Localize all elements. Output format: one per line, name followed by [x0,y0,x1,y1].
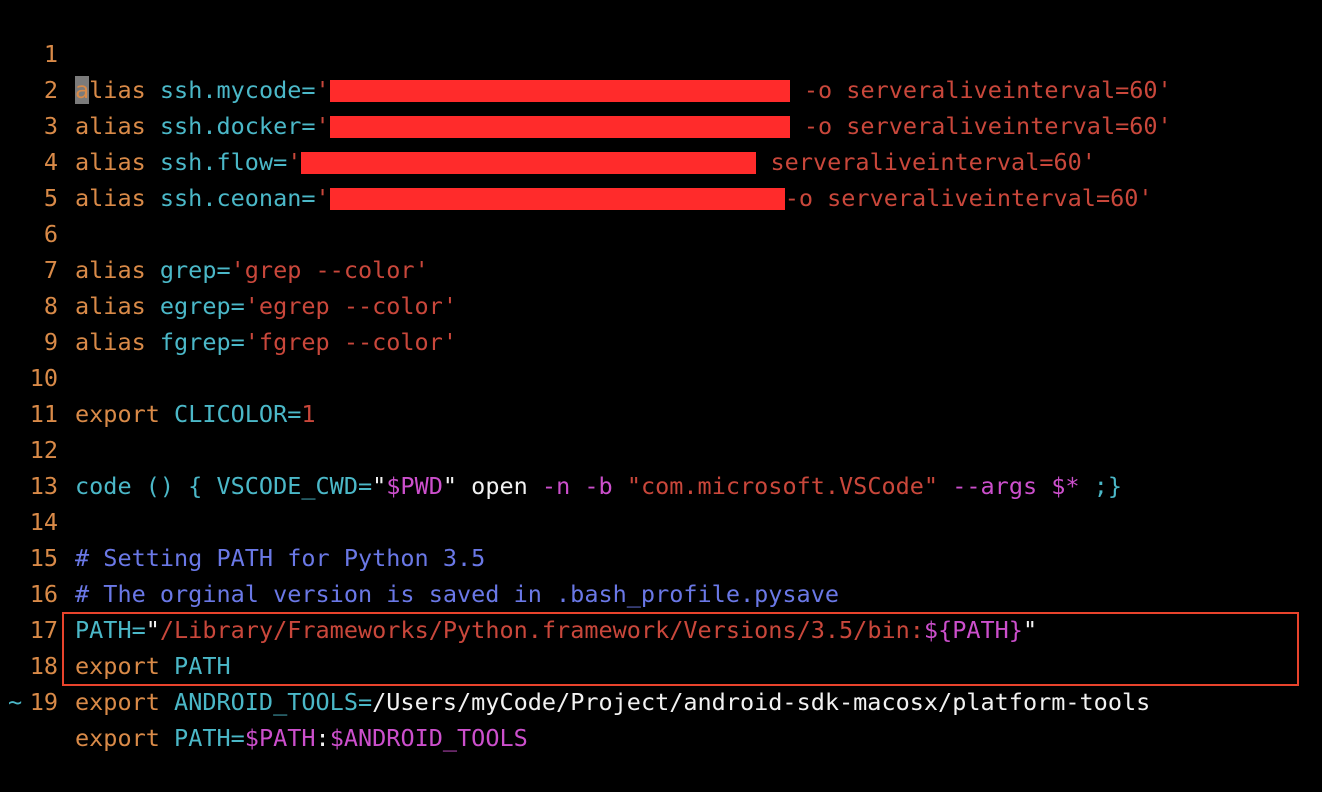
code-line: 6 alias grep='grep --color' [0,180,429,284]
code-line: 14 # Setting PATH for Python 3.5 [0,468,486,572]
code-line: 8 alias fgrep='fgrep --color' [0,252,457,356]
redaction-bar [329,115,790,138]
code-line: 7 alias egrep='egrep --color' [0,216,457,320]
code-line: 17 export PATH [0,576,231,680]
text-cursor: a [75,76,90,104]
code-line: 11 [0,360,58,428]
code-line: 1 alias ssh.mycode=' -o serveraliveinter… [0,0,1172,104]
redaction-bar [301,151,757,174]
comment: # Setting PATH for Python 3.5 [75,544,486,572]
code-line: 4 alias ssh.ceonan=' -o serveraliveinterv… [0,108,1153,212]
code-line: 5 [0,144,58,212]
comment: # The orginal version is saved in .bash_… [75,580,840,608]
code-line: 9 [0,288,58,356]
empty-line-tilde: ~ [8,688,23,716]
code-line: 16 PATH="/Library/Frameworks/Python.fram… [0,540,1037,644]
code-line: 18 export ANDROID_TOOLS=/Users/myCode/Pr… [0,612,1151,716]
code-line: 2 alias ssh.docker=' -o serveraliveinter… [0,36,1172,140]
code-line: 10 export CLICOLOR=1 [0,324,316,428]
code-line: 12 code () { VSCODE_CWD="$PWD" open -n -… [0,396,1122,500]
redaction-bar [329,79,790,102]
code-line: 19 export PATH=$PATH:$ANDROID_TOOLS [0,648,528,752]
code-line: 3 alias ssh.flow=' serveraliveinterval=6… [0,72,1096,176]
highlight-annotation-box [62,612,1299,686]
vim-editor[interactable]: 1 alias ssh.mycode=' -o serveraliveinter… [0,0,1322,752]
code-line: 13 [0,432,58,500]
code-line: 15 # The orginal version is saved in .ba… [0,504,839,608]
redaction-bar [329,187,785,210]
